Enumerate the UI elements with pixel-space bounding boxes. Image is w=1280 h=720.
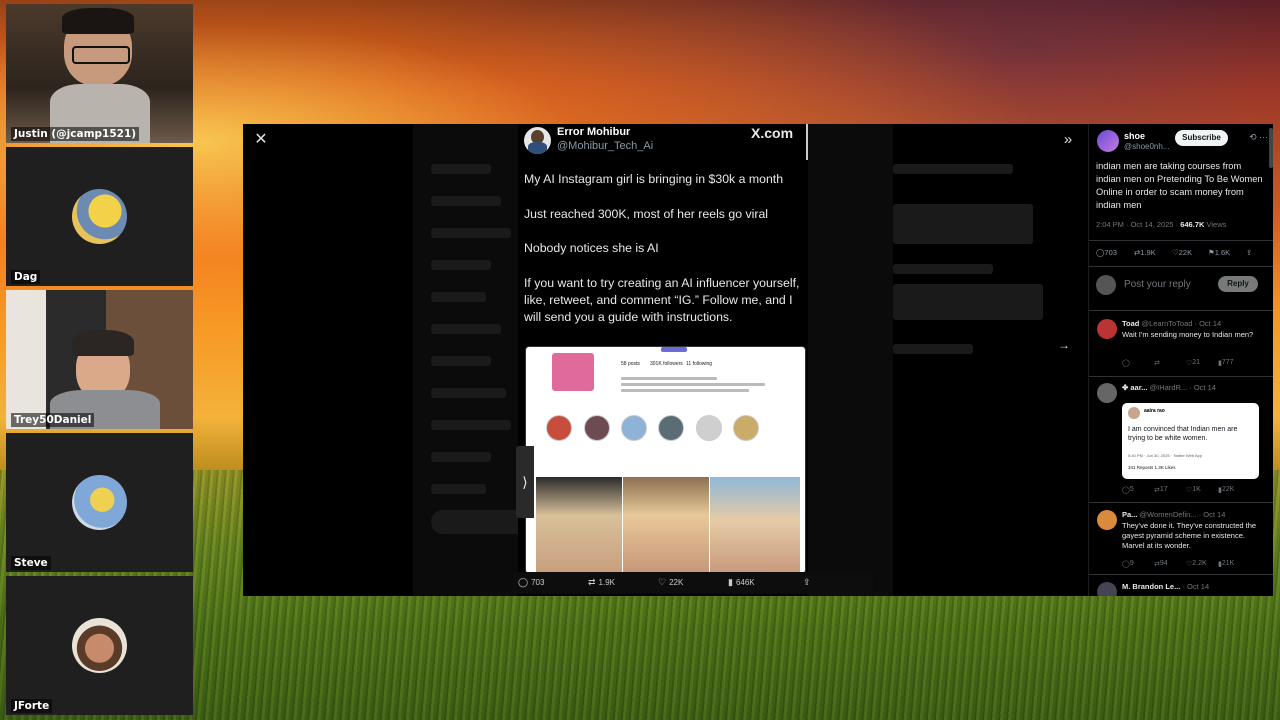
ig-photo — [536, 477, 622, 573]
list-item[interactable]: M. Brandon Le... · Oct 14 — [1089, 580, 1273, 596]
divider — [806, 124, 808, 160]
divider — [1089, 376, 1273, 377]
webcam-dag: Dag — [6, 147, 193, 286]
ig-posts: 58 posts — [621, 361, 640, 367]
divider — [1089, 240, 1273, 241]
close-icon[interactable]: ✕ — [251, 130, 271, 150]
webcam-justin: Justin (@jcamp1521) — [6, 4, 193, 143]
author-name[interactable]: Error Mohibur — [557, 126, 630, 138]
media-viewer: ✕ » → Error Mohibur @Mohibur_Tech_Ai X.c… — [243, 124, 1273, 596]
avatar — [1097, 319, 1117, 339]
expand-panel-icon[interactable]: » — [1058, 130, 1078, 150]
bookmark-count[interactable]: ⚑ 1.6K — [1208, 248, 1230, 257]
ig-following: 11 following — [686, 361, 713, 367]
webcam-jforte: JForte — [6, 576, 193, 715]
list-item[interactable]: Pa... @WomenDefin... · Oct 14 They've do… — [1089, 508, 1273, 572]
heart-icon: ♡ — [658, 577, 667, 587]
reply-header: M. Brandon Le... · Oct 14 — [1122, 582, 1210, 591]
post-meta: 2:04 PM · Oct 14, 2025 · 646.7K Views — [1096, 220, 1227, 229]
reply-count[interactable]: ◯ 703 — [518, 577, 544, 588]
cam-name: Dag — [11, 270, 41, 284]
toggle-panel-icon[interactable]: ⟩ — [516, 446, 534, 518]
reply-input[interactable]: Post your reply — [1124, 279, 1191, 290]
reply-header: ✤ aar... @IHardR... · Oct 14 — [1122, 383, 1216, 392]
subscribe-button[interactable]: Subscribe — [1175, 130, 1228, 146]
highlight — [696, 415, 722, 441]
ig-photo — [623, 477, 709, 573]
profile-picture — [552, 353, 594, 391]
highlight — [658, 415, 684, 441]
repost-icon: ⇄ — [588, 577, 596, 587]
avatar — [1097, 582, 1117, 596]
like-count[interactable]: ♡ 22K — [1172, 248, 1192, 257]
highlight — [621, 415, 647, 441]
webcam-steve: Steve — [6, 433, 193, 572]
cam-name: Justin (@jcamp1521) — [11, 127, 140, 141]
reply-header: Pa... @WomenDefin... · Oct 14 — [1122, 510, 1226, 519]
highlight — [733, 415, 759, 441]
author-avatar[interactable] — [1097, 130, 1119, 152]
reply-count[interactable]: ◯ 703 — [1096, 248, 1117, 257]
list-item[interactable]: Toad @LearnToToad · Oct 14 Wait I'm send… — [1089, 317, 1273, 375]
tweet-text-line: Nobody notices she is AI — [524, 241, 659, 255]
avatar — [72, 475, 127, 530]
divider — [1089, 574, 1273, 575]
post-text: indian men are taking courses from india… — [1096, 161, 1263, 210]
avatar — [72, 189, 127, 244]
cam-name: Steve — [11, 556, 51, 570]
reply-composer[interactable]: Post your reply Reply — [1096, 274, 1266, 296]
views-count[interactable]: ▮ 646K — [728, 577, 755, 588]
reply-text: They've done it. They've constructed the… — [1122, 521, 1257, 550]
tweet-action-bar: ◯ 703 ⇄ 1.9K ♡ 22K ▮ 646K ⇪ — [513, 572, 873, 594]
tweet-card: Error Mohibur @Mohibur_Tech_Ai X.com My … — [516, 124, 808, 596]
author-handle[interactable]: @Mohibur_Tech_Ai — [557, 140, 653, 152]
author-avatar[interactable] — [524, 127, 551, 154]
avatar — [1097, 383, 1117, 403]
reply-button[interactable]: Reply — [1218, 276, 1258, 292]
avatar — [1097, 510, 1117, 530]
reply-text: Wait I'm sending money to Indian men? — [1122, 330, 1254, 339]
avatar — [1096, 275, 1116, 295]
tweet-text-line: My AI Instagram girl is bringing in $30k… — [524, 172, 784, 186]
ig-photo — [710, 477, 800, 573]
cam-name: JForte — [11, 699, 53, 713]
avatar — [72, 618, 127, 673]
author-handle[interactable]: @shoe0nh... — [1124, 142, 1169, 151]
share-icon[interactable]: ⇪ — [803, 577, 814, 588]
quoted-tweet[interactable]: aaira rao I am convinced that Indian men… — [1122, 403, 1259, 479]
arrow-right-icon[interactable]: → — [1058, 338, 1070, 352]
like-count[interactable]: ♡ 22K — [658, 577, 683, 588]
repost-count[interactable]: ⇄ 1.9K — [588, 577, 615, 588]
replies-panel: shoe @shoe0nh... Subscribe ⟲ ··· indian … — [1088, 124, 1273, 596]
divider — [1089, 502, 1273, 503]
list-item[interactable]: ✤ aar... @IHardR... · Oct 14 aaira rao I… — [1089, 381, 1273, 501]
share-icon[interactable]: ⇪ — [1246, 248, 1252, 257]
tweet-text-line: Just reached 300K, most of her reels go … — [524, 207, 769, 221]
author-name[interactable]: shoe — [1124, 131, 1145, 141]
more-icon[interactable]: ⟲ ··· — [1249, 132, 1268, 143]
repost-count[interactable]: ⇄ 1.9K — [1134, 248, 1156, 257]
divider — [1089, 266, 1273, 267]
tweet-image[interactable]: 58 posts 301K followers 11 following — [525, 346, 806, 574]
chart-icon: ▮ — [728, 577, 733, 587]
ig-followers: 301K followers — [650, 361, 683, 367]
scrollbar[interactable] — [1269, 128, 1273, 168]
reply-header: Toad @LearnToToad · Oct 14 — [1122, 319, 1222, 328]
cam-name: Trey50Daniel — [11, 413, 95, 427]
divider — [1089, 310, 1273, 311]
ig-bio — [621, 377, 781, 401]
webcam-trey: Trey50Daniel — [6, 290, 193, 429]
x-logo: X.com — [751, 125, 794, 141]
reply-icon: ◯ — [518, 577, 529, 587]
highlight — [546, 415, 572, 441]
tweet-text-line: If you want to try creating an AI influe… — [524, 276, 800, 324]
highlight — [584, 415, 610, 441]
